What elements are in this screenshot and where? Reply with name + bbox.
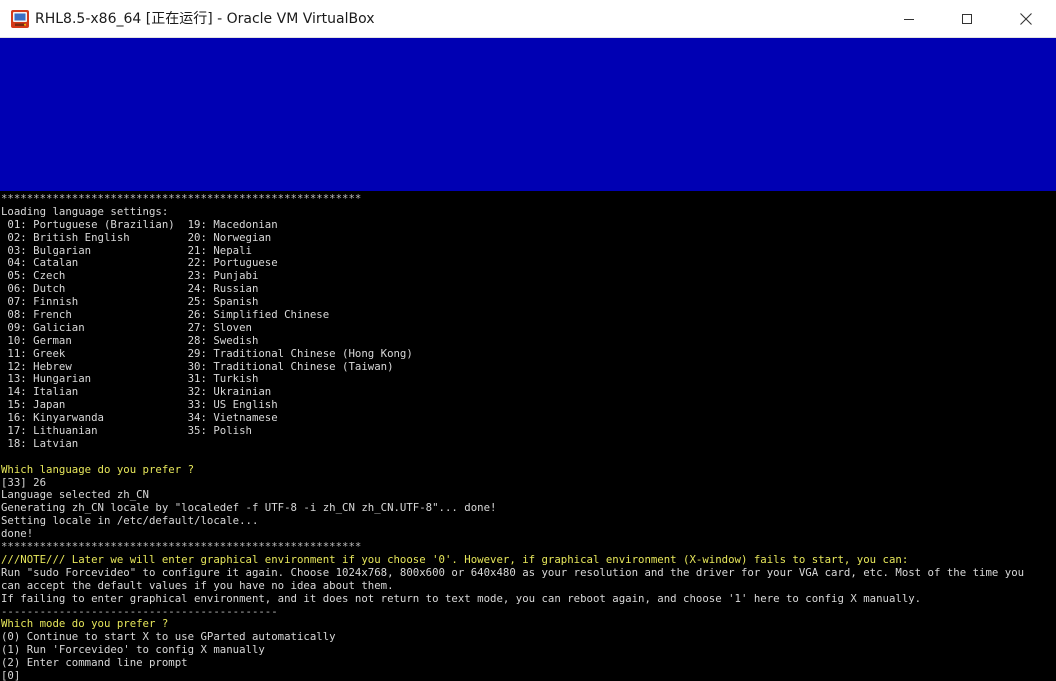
maximize-icon <box>961 14 972 24</box>
console-line: 17: Lithuanian 35: Polish <box>1 424 252 438</box>
console-line: 02: British English 20: Norwegian <box>1 230 272 244</box>
console-line: 11: Greek 29: Traditional Chinese (Hong … <box>1 346 413 360</box>
vm-screen-blue-region <box>0 38 1056 191</box>
console-line: 10: German 28: Swedish <box>1 333 259 347</box>
console-line: can accept the default values if you hav… <box>1 578 394 592</box>
console-line: ****************************************… <box>1 540 362 554</box>
console-line: Setting locale in /etc/default/locale... <box>1 514 259 528</box>
close-button[interactable] <box>995 0 1056 38</box>
console-line: [33] 26 <box>1 475 47 489</box>
maximize-button[interactable] <box>937 0 996 38</box>
window-titlebar[interactable]: RHL8.5-x86_64 [正在运行] - Oracle VM Virtual… <box>0 0 1056 38</box>
vm-display[interactable]: ****************************************… <box>0 38 1056 681</box>
close-icon <box>1019 13 1032 25</box>
console-line: 18: Latvian <box>1 436 79 450</box>
minimize-icon <box>903 19 914 20</box>
virtualbox-icon <box>11 10 29 28</box>
console-line: Which language do you prefer ? <box>1 462 195 476</box>
console-line: 01: Portuguese (Brazilian) 19: Macedonia… <box>1 217 278 231</box>
console-line: [0] <box>1 668 21 681</box>
console-output[interactable]: ****************************************… <box>1 193 1055 681</box>
console-line: 08: French 26: Simplified Chinese <box>1 308 330 322</box>
console-line: (2) Enter command line prompt <box>1 656 188 670</box>
console-line: ****************************************… <box>1 193 362 205</box>
console-line: ///NOTE/// Later we will enter graphical… <box>1 552 909 566</box>
console-line: Run "sudo Forcevideo" to configure it ag… <box>1 565 1025 579</box>
console-line: 09: Galician 27: Sloven <box>1 320 252 334</box>
minimize-button[interactable] <box>879 0 938 38</box>
window-title: RHL8.5-x86_64 [正在运行] - Oracle VM Virtual… <box>35 11 375 27</box>
console-line: Loading language settings: <box>1 204 169 218</box>
console-line: If failing to enter graphical environmen… <box>1 591 922 605</box>
